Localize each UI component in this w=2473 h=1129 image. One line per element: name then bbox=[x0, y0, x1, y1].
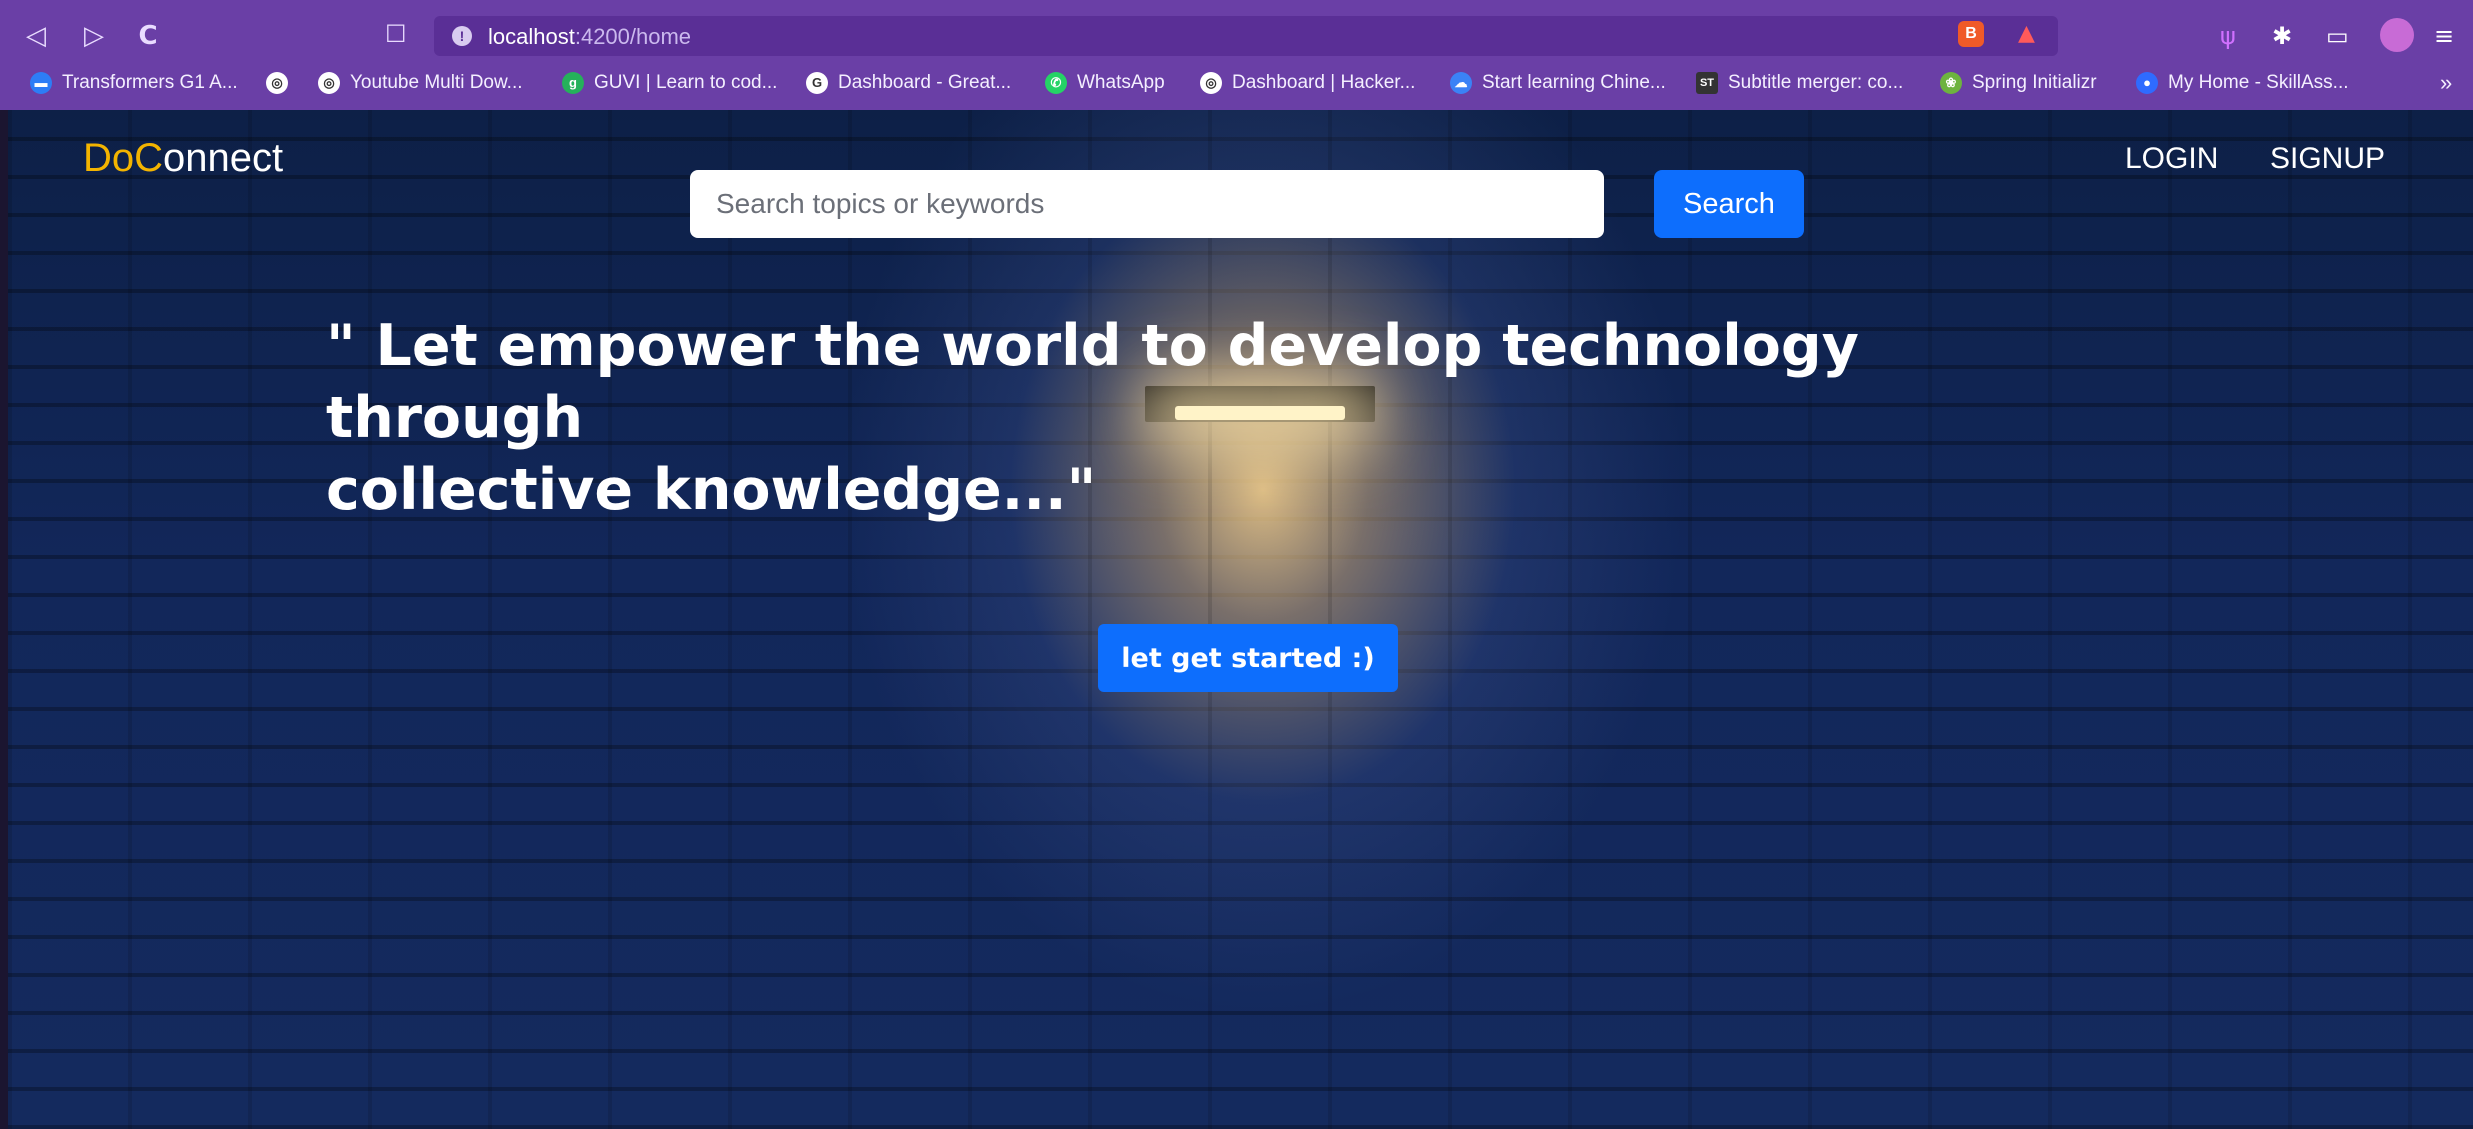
whatsapp-icon: ✆ bbox=[1045, 72, 1067, 94]
tf-icon: ▬ bbox=[30, 72, 52, 94]
globe-icon: ◎ bbox=[318, 72, 340, 94]
bookmark-label: Dashboard - Great... bbox=[838, 72, 1012, 93]
brick-wall-background bbox=[8, 110, 2473, 1129]
browser-chrome: ◁ ▷ C ☐ ! localhost:4200/home B ▲ ψ ✱ ▭ … bbox=[0, 0, 2473, 110]
globe-icon: ◎ bbox=[266, 72, 288, 94]
bookmark-label: Dashboard | Hacker... bbox=[1232, 72, 1416, 93]
signup-link[interactable]: SIGNUP bbox=[2270, 142, 2385, 176]
bookmark-label: WhatsApp bbox=[1077, 72, 1165, 93]
bookmark-youtube-downloader[interactable]: ◎ Youtube Multi Dow... bbox=[318, 70, 523, 96]
url-host: localhost bbox=[488, 24, 575, 49]
reload-icon[interactable]: C bbox=[130, 18, 166, 54]
bookmark-label: GUVI | Learn to cod... bbox=[594, 72, 778, 93]
profile-avatar[interactable] bbox=[2380, 18, 2414, 52]
brave-shield-icon[interactable]: B bbox=[1958, 21, 1984, 47]
more-bookmarks-icon[interactable]: » bbox=[2440, 70, 2452, 96]
browser-toolbar: ◁ ▷ C ☐ ! localhost:4200/home B ▲ ψ ✱ ▭ … bbox=[0, 10, 2473, 62]
extension-icon[interactable]: ψ bbox=[2220, 22, 2236, 50]
bookmark-label: Subtitle merger: co... bbox=[1728, 72, 1904, 93]
bookmarks-bar: ▬ Transformers G1 A... ◎ ◎ Youtube Multi… bbox=[0, 62, 2473, 102]
site-info-icon[interactable]: ! bbox=[452, 26, 472, 46]
bookmark-label: My Home - SkillAss... bbox=[2168, 72, 2349, 93]
guvi-icon: g bbox=[562, 72, 584, 94]
hero-quote: " Let empower the world to develop techn… bbox=[326, 310, 2046, 526]
bookmark-dashboard-great[interactable]: G Dashboard - Great... bbox=[806, 70, 1011, 96]
url-text: localhost:4200/home bbox=[488, 24, 691, 50]
address-bar[interactable]: ! localhost:4200/home bbox=[434, 16, 2058, 56]
globe-icon: ◎ bbox=[1200, 72, 1222, 94]
skill-icon: ● bbox=[2136, 72, 2158, 94]
great-icon: G bbox=[806, 72, 828, 94]
bookmark-transformers[interactable]: ▬ Transformers G1 A... bbox=[30, 70, 238, 96]
hero-quote-line-2: collective knowledge..." bbox=[326, 457, 1097, 523]
login-link[interactable]: LOGIN bbox=[2125, 142, 2218, 176]
bookmark-spring-initializr[interactable]: ❀ Spring Initializr bbox=[1940, 70, 2097, 96]
bookmark-whatsapp[interactable]: ✆ WhatsApp bbox=[1045, 70, 1165, 96]
chinese-icon: ☁ bbox=[1450, 72, 1472, 94]
back-icon[interactable]: ◁ bbox=[18, 18, 54, 54]
logo-do: Do bbox=[83, 136, 135, 180]
bookmark-globe[interactable]: ◎ bbox=[266, 70, 288, 96]
menu-icon[interactable]: ≡ bbox=[2434, 22, 2454, 50]
bookmark-label: Youtube Multi Dow... bbox=[350, 72, 523, 93]
logo-c: C bbox=[134, 136, 164, 180]
bookmark-dashboard-hacker[interactable]: ◎ Dashboard | Hacker... bbox=[1200, 70, 1415, 96]
bookmark-skillassure[interactable]: ● My Home - SkillAss... bbox=[2136, 70, 2349, 96]
wallet-icon[interactable]: ▭ bbox=[2326, 22, 2349, 50]
logo-rest: onnect bbox=[163, 136, 284, 180]
doconnect-logo[interactable]: DoConnect bbox=[83, 136, 283, 181]
bookmark-label: Spring Initializr bbox=[1972, 72, 2097, 93]
bookmark-page-icon[interactable]: ☐ bbox=[385, 20, 407, 48]
brave-rewards-icon[interactable]: ▲ bbox=[2018, 21, 2035, 46]
doconnect-home-page: DoConnect Search LOGIN SIGNUP " Let empo… bbox=[8, 110, 2473, 1129]
bookmark-subtitle-merger[interactable]: ST Subtitle merger: co... bbox=[1696, 70, 1903, 96]
bookmark-start-learning-chinese[interactable]: ☁ Start learning Chine... bbox=[1450, 70, 1666, 96]
hero-quote-line-1: " Let empower the world to develop techn… bbox=[326, 313, 1859, 451]
bookmark-label: Transformers G1 A... bbox=[62, 72, 238, 93]
get-started-button[interactable]: let get started :) bbox=[1098, 624, 1398, 692]
spring-icon: ❀ bbox=[1940, 72, 1962, 94]
forward-icon[interactable]: ▷ bbox=[76, 18, 112, 54]
bookmark-guvi[interactable]: g GUVI | Learn to cod... bbox=[562, 70, 777, 96]
puzzle-extensions-icon[interactable]: ✱ bbox=[2272, 22, 2292, 50]
bookmark-label: Start learning Chine... bbox=[1482, 72, 1666, 93]
search-button[interactable]: Search bbox=[1654, 170, 1804, 238]
st-icon: ST bbox=[1696, 72, 1718, 94]
search-input[interactable] bbox=[690, 170, 1604, 238]
url-path: :4200/home bbox=[574, 24, 692, 49]
